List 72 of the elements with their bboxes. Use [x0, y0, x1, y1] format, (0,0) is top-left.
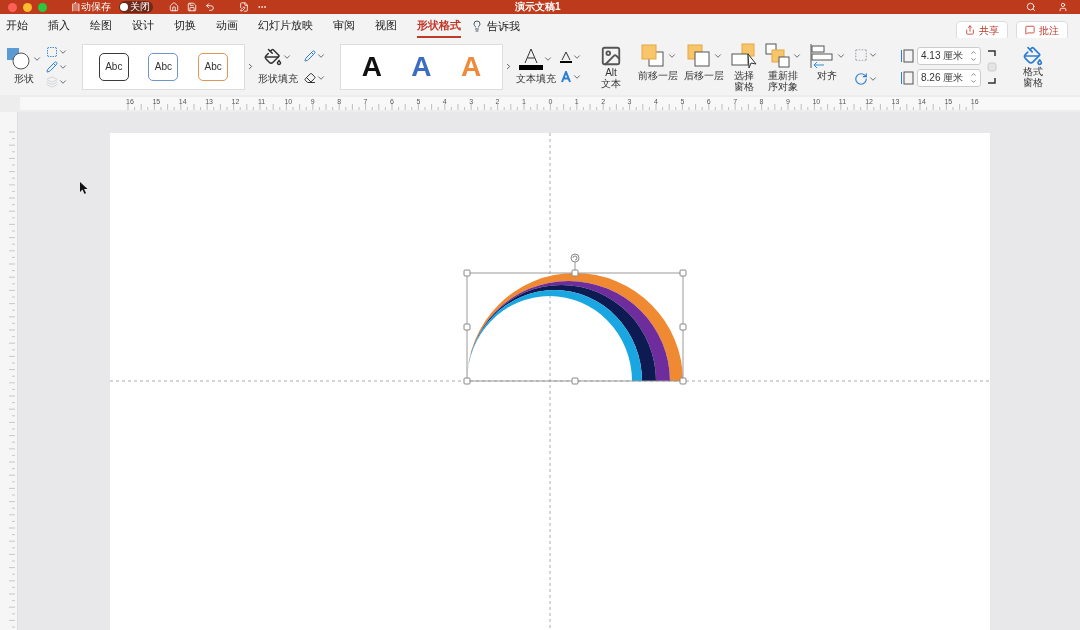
send-backward-icon: [685, 41, 713, 70]
spin-up-icon[interactable]: [970, 70, 977, 78]
shapes-button[interactable]: 形状: [6, 47, 42, 86]
edit-document-icon[interactable]: [239, 2, 249, 12]
shape-fill-label: 形状填充: [258, 71, 298, 86]
mouse-pointer-icon: [80, 182, 88, 194]
shape-style-preset[interactable]: Abc: [198, 52, 229, 81]
tell-me-button[interactable]: 告诉我: [487, 17, 520, 35]
account-icon[interactable]: [1058, 2, 1068, 12]
alt-text-button[interactable]: Alt 文本: [600, 44, 622, 89]
ribbon-tab[interactable]: 开始: [6, 13, 28, 39]
arrange-button[interactable]: 对齐: [808, 41, 846, 81]
spin-down-icon[interactable]: [970, 55, 977, 63]
picture-icon: [600, 44, 622, 67]
size-input-field[interactable]: 8.26 厘米: [917, 68, 981, 87]
shape-style-preset[interactable]: Abc: [148, 52, 179, 81]
text-effects-icon[interactable]: [560, 70, 572, 83]
text-fill-icon[interactable]: [519, 47, 543, 71]
paint-bucket-icon[interactable]: [264, 47, 282, 66]
selection-handles[interactable]: [463, 253, 687, 385]
shape-width-icon: [900, 70, 914, 85]
reorder-objects-icon: [764, 41, 792, 70]
home-icon[interactable]: [169, 2, 179, 12]
spin-up-icon[interactable]: [970, 48, 977, 56]
ribbon-tab[interactable]: 审阅: [333, 13, 355, 39]
selection-pane-icon: [730, 41, 758, 70]
text-box-icon[interactable]: [46, 45, 58, 58]
ribbon-tab[interactable]: 切换: [174, 13, 196, 39]
arrange-button[interactable]: 后移一层: [684, 41, 724, 81]
arrange-button[interactable]: 前移一层: [638, 41, 678, 81]
ribbon-tab[interactable]: 设计: [132, 13, 154, 39]
shapes-icon: [6, 47, 32, 71]
format-pane-button[interactable]: 格式 窗格: [1023, 45, 1043, 88]
undo-icon[interactable]: [205, 2, 215, 12]
comment-icon: [1025, 25, 1035, 35]
wordart-preset[interactable]: A: [361, 52, 382, 81]
size-input-field[interactable]: 4.13 厘米: [917, 46, 981, 65]
arrange-button[interactable]: 重新排 序对象: [764, 41, 802, 92]
autosave-label: 自动保存: [71, 2, 111, 12]
lock-aspect-ratio-icon[interactable]: [987, 48, 997, 85]
gallery-more-icon[interactable]: [504, 62, 513, 71]
shape-style-preset[interactable]: Abc: [98, 52, 129, 81]
ribbon-tab[interactable]: 幻灯片放映: [258, 13, 313, 39]
ribbon-tab[interactable]: 动画: [216, 13, 238, 39]
ribbon-tab[interactable]: 插入: [48, 13, 70, 39]
close-window-icon[interactable]: [8, 2, 17, 12]
edit-shape-icon[interactable]: [46, 60, 58, 73]
text-outline-icon[interactable]: [560, 50, 572, 63]
share-icon: [965, 25, 975, 35]
lightbulb-icon: [471, 20, 483, 32]
rainbow-shape[interactable]: [467, 273, 683, 381]
caret-icon: [543, 54, 553, 64]
ribbon-tab[interactable]: 绘图: [90, 13, 112, 39]
save-icon[interactable]: [187, 2, 197, 12]
spin-down-icon[interactable]: [970, 77, 977, 85]
gallery-more-icon[interactable]: [246, 62, 255, 71]
shape-height-icon: [900, 48, 914, 63]
text-fill-label: 文本填充: [516, 72, 556, 86]
pen-icon[interactable]: [304, 49, 316, 62]
caret-icon: [32, 54, 42, 64]
eraser-icon[interactable]: [304, 71, 316, 84]
ribbon-tab[interactable]: 视图: [375, 13, 397, 39]
align-icon: [808, 41, 836, 70]
rotate-icon[interactable]: [854, 71, 868, 86]
wordart-preset[interactable]: A: [411, 52, 432, 81]
zoom-window-icon[interactable]: [38, 2, 47, 12]
minimize-window-icon[interactable]: [23, 2, 32, 12]
autosave-toggle[interactable]: 关闭: [119, 1, 153, 13]
document-title: 演示文稿1: [515, 2, 561, 12]
bring-forward-icon: [639, 41, 667, 70]
arrange-button[interactable]: 选择 窗格: [730, 41, 758, 92]
search-icon[interactable]: [1026, 2, 1036, 12]
